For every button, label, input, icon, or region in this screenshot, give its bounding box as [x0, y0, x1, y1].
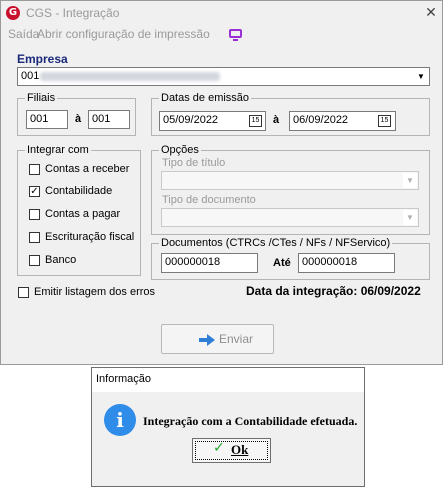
menu-item-saida[interactable]: Saída [8, 27, 39, 41]
data-to-value: 06/09/2022 [293, 114, 349, 126]
chevron-down-icon[interactable]: ▼ [414, 69, 428, 84]
documento-from-input[interactable]: 000000018 [161, 253, 258, 273]
enviar-label: Enviar [219, 332, 254, 346]
arrow-right-icon [199, 334, 215, 346]
data-integracao: Data da integração: 06/09/2022 [246, 284, 421, 298]
escrituracao-fiscal-label: Escrituração fiscal [45, 231, 135, 243]
chevron-down-icon[interactable]: ▼ [403, 173, 417, 188]
monitor-stand [233, 39, 238, 41]
contabilidade-label: Contabilidade [45, 185, 113, 197]
filiais-label: Filiais [25, 92, 58, 104]
dialog-body: i Integração com a Contabilidade efetuad… [92, 392, 364, 486]
check-icon: ✓ [213, 440, 225, 456]
tipo-titulo-label: Tipo de título [162, 157, 226, 169]
filiais-separator: à [75, 113, 82, 125]
dialog-message: Integração com a Contabilidade efetuada. [143, 414, 358, 428]
close-button[interactable]: ✕ [422, 4, 440, 22]
opcoes-label: Opções [159, 144, 201, 156]
app-logo-icon: G [6, 6, 20, 20]
empresa-value: 001 [21, 70, 40, 82]
documento-to-input[interactable]: 000000018 [298, 253, 395, 273]
checkbox-contabilidade[interactable]: ✓ [29, 186, 40, 197]
info-dialog: Informação i Integração com a Contabilid… [91, 367, 365, 487]
empresa-label: Empresa [17, 52, 68, 66]
documentos-label: Documentos (CTRCs /CTes / NFs / NFServic… [159, 237, 393, 249]
datas-separator: à [273, 114, 280, 126]
calendar-icon[interactable]: 15 [378, 115, 391, 127]
documentos-separator: Até [273, 257, 291, 269]
checkbox-contas-receber[interactable] [29, 164, 40, 175]
integrar-com-label: Integrar com [25, 144, 91, 156]
contas-receber-label: Contas a receber [45, 163, 130, 175]
redacted-company-name [40, 72, 220, 81]
menu-bar: Saída Abrir configuração de impressão [1, 25, 444, 43]
checkbox-escrituracao-fiscal[interactable] [29, 232, 40, 243]
banco-label: Banco [45, 254, 77, 266]
emitir-listagem-label: Emitir listagem dos erros [34, 286, 156, 298]
menu-item-print-config[interactable]: Abrir configuração de impressão [37, 27, 210, 41]
contas-pagar-label: Contas a pagar [45, 208, 121, 220]
monitor-icon[interactable] [229, 29, 242, 38]
integration-window: G CGS - Integração ✕ Saída Abrir configu… [0, 0, 443, 365]
checkbox-emitir-listagem[interactable] [18, 287, 29, 298]
empresa-select[interactable]: 001 ▼ [17, 67, 430, 86]
checkbox-banco[interactable] [29, 255, 40, 266]
ok-label: Ok [231, 442, 249, 457]
tipo-titulo-select[interactable]: ▼ [161, 171, 419, 190]
enviar-button[interactable]: Enviar [161, 324, 274, 354]
datas-emissao-label: Datas de emissão [159, 92, 252, 104]
filial-from-input[interactable]: 001 [26, 110, 68, 129]
checkbox-contas-pagar[interactable] [29, 209, 40, 220]
dialog-title: Informação [96, 373, 152, 385]
filial-to-input[interactable]: 001 [88, 110, 130, 129]
calendar-icon[interactable]: 15 [249, 115, 262, 127]
data-from-value: 05/09/2022 [163, 114, 219, 126]
info-icon: i [104, 404, 136, 436]
tipo-documento-label: Tipo de documento [162, 194, 256, 206]
ok-button[interactable]: ✓ Ok [192, 438, 271, 463]
chevron-down-icon[interactable]: ▼ [403, 210, 417, 225]
title-bar[interactable]: G CGS - Integração ✕ [1, 1, 444, 25]
tipo-documento-select[interactable]: ▼ [161, 208, 419, 227]
window-title: CGS - Integração [26, 6, 120, 20]
